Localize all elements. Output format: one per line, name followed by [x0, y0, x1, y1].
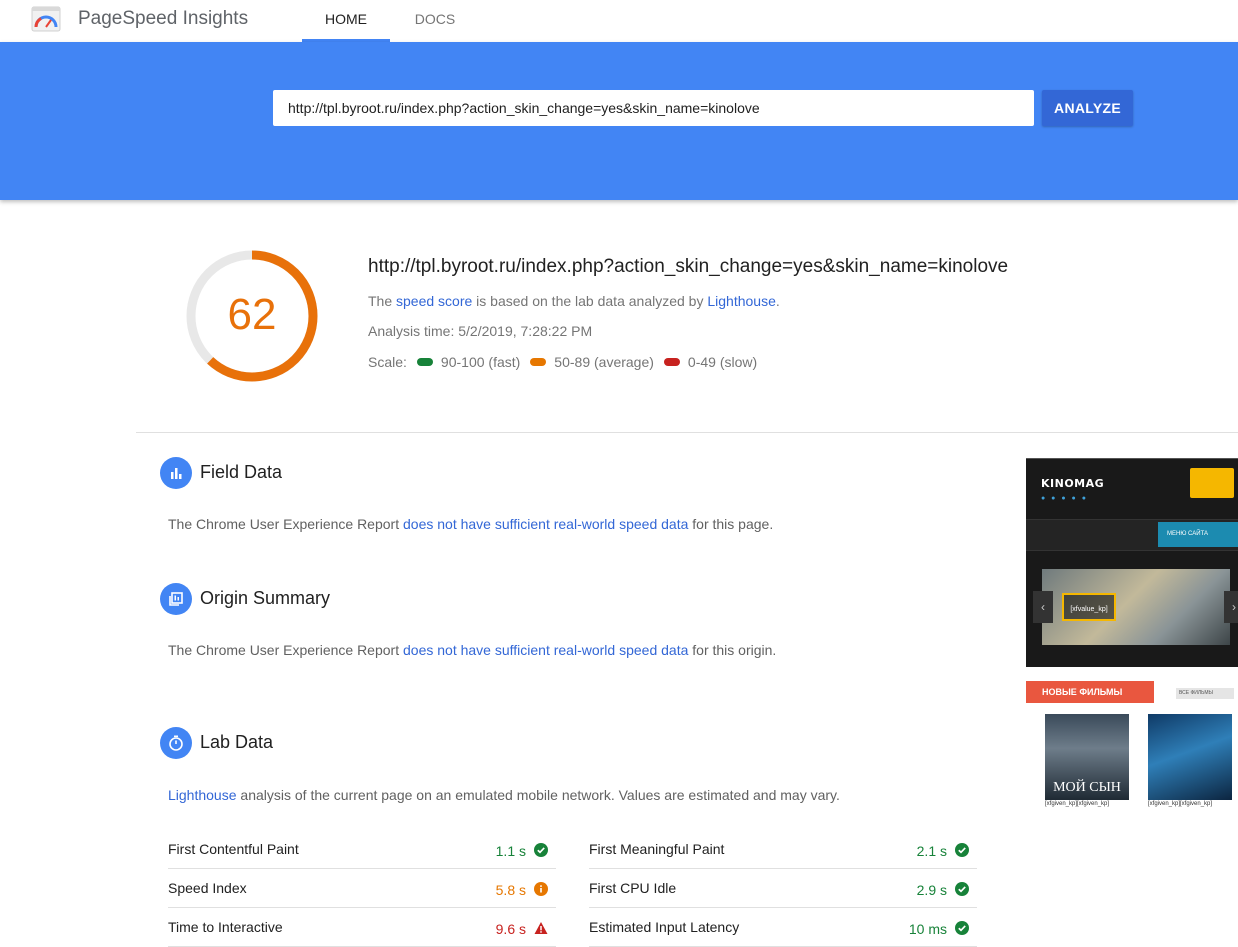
score-description-middle: is based on the lab data analyzed by	[472, 293, 708, 309]
new-films-label: НОВЫЕ ФИЛЬМЫ	[1026, 681, 1154, 703]
fail-warning-icon	[534, 922, 548, 934]
metric-value: 5.8 s	[495, 882, 526, 898]
average-info-icon	[534, 882, 548, 896]
origin-summary-title: Origin Summary	[200, 588, 331, 608]
url-entry-band: ANALYZE	[0, 42, 1238, 200]
pass-check-icon	[955, 882, 969, 896]
tab-home[interactable]: HOME	[302, 0, 390, 42]
poster-caption: [xfgiven_kp][xfgiven_kp]	[1148, 801, 1213, 807]
social-icons: ● ● ● ● ●	[1041, 495, 1088, 502]
scale-fast-pill	[416, 358, 433, 366]
section-divider	[136, 432, 1238, 433]
metric-name: First Meaningful Paint	[589, 841, 725, 857]
metric-time-to-interactive: Time to Interactive 9.6 s	[168, 908, 556, 947]
metric-speed-index: Speed Index 5.8 s	[168, 869, 556, 908]
origin-summary-link[interactable]: does not have sufficient real-world spee…	[403, 642, 688, 658]
slider-badge: [xfvalue_kp]	[1062, 593, 1116, 621]
performance-score: 62	[227, 290, 277, 339]
metric-name: Speed Index	[168, 880, 247, 896]
film-poster	[1148, 714, 1232, 800]
scale-slow-pill	[663, 358, 680, 366]
bar-chart-icon	[171, 468, 182, 479]
scale-label: Scale:	[368, 354, 407, 370]
speed-score-link[interactable]: speed score	[396, 293, 472, 309]
lab-data-title: Lab Data	[200, 732, 274, 752]
stopwatch-icon	[169, 735, 183, 751]
score-description-suffix: .	[775, 293, 780, 309]
slider-next-icon: ›	[1224, 591, 1238, 623]
field-data-title: Field Data	[200, 462, 283, 482]
lab-data-description: analysis of the current page on an emula…	[236, 787, 840, 803]
origin-summary-text-suffix: for this origin.	[688, 642, 777, 658]
pagespeed-logo-icon[interactable]	[31, 6, 61, 32]
site-logo: KINOMAG	[1041, 477, 1105, 490]
metric-name: Time to Interactive	[168, 919, 283, 935]
analysis-time: Analysis time: 5/2/2019, 7:28:22 PM	[368, 323, 593, 339]
app-title: PageSpeed Insights	[78, 8, 249, 29]
score-description: The speed score is based on the lab data…	[368, 293, 780, 309]
metric-name: First Contentful Paint	[168, 841, 299, 857]
page-screenshot-thumbnail: KINOMAG ● ● ● ● ● МЕНЮ САЙТА ‹ › [xfvalu…	[1026, 458, 1238, 816]
metric-value: 2.9 s	[916, 882, 947, 898]
lab-data-text: Lighthouse analysis of the current page …	[168, 787, 840, 803]
scale-average-label: 50-89 (average)	[554, 354, 654, 370]
pass-check-icon	[534, 843, 548, 857]
metric-value: 9.6 s	[495, 921, 526, 937]
field-data-icon	[160, 457, 192, 489]
score-description-prefix: The	[368, 293, 397, 309]
scale-slow-label: 0-49 (slow)	[687, 354, 758, 370]
url-input[interactable]	[273, 90, 1034, 126]
metric-first-contentful-paint: First Contentful Paint 1.1 s	[168, 830, 556, 869]
poster-caption: [xfgiven_kp][xfgiven_kp]	[1045, 801, 1110, 807]
metric-name: First CPU Idle	[589, 880, 677, 896]
pass-check-icon	[955, 921, 969, 935]
library-icon	[169, 592, 183, 606]
tab-docs[interactable]: DOCS	[390, 0, 480, 42]
metric-first-meaningful-paint: First Meaningful Paint 2.1 s	[589, 830, 977, 869]
analyze-button[interactable]: ANALYZE	[1042, 90, 1133, 126]
metric-value: 10 ms	[908, 921, 947, 937]
slider-prev-icon: ‹	[1033, 591, 1053, 623]
metric-name: Estimated Input Latency	[589, 919, 740, 935]
field-data-text: The Chrome User Experience Report does n…	[168, 516, 773, 532]
lighthouse-link[interactable]: Lighthouse	[707, 293, 776, 309]
site-menu-button: МЕНЮ САЙТА	[1158, 522, 1238, 547]
avatar	[1190, 468, 1234, 498]
origin-summary-text-prefix: The Chrome User Experience Report	[168, 642, 403, 658]
pass-check-icon	[955, 843, 969, 857]
field-data-text-prefix: The Chrome User Experience Report	[168, 516, 403, 532]
origin-summary-text: The Chrome User Experience Report does n…	[168, 642, 776, 658]
poster-title: МОЙ СЫН	[1053, 780, 1121, 795]
scale-average-pill	[530, 358, 547, 366]
metric-first-cpu-idle: First CPU Idle 2.9 s	[589, 869, 977, 908]
field-data-text-suffix: for this page.	[688, 516, 774, 532]
lab-data-icon	[160, 727, 192, 759]
tested-url: http://tpl.byroot.ru/index.php?action_sk…	[368, 256, 1009, 277]
metric-estimated-input-latency: Estimated Input Latency 10 ms	[589, 908, 977, 947]
field-data-link[interactable]: does not have sufficient real-world spee…	[403, 516, 688, 532]
scale-fast-label: 90-100 (fast)	[440, 354, 521, 370]
top-app-bar: PageSpeed Insights HOME DOCS	[0, 0, 1238, 42]
lab-lighthouse-link[interactable]: Lighthouse	[168, 787, 237, 803]
metric-value: 1.1 s	[495, 843, 526, 859]
origin-summary-icon	[160, 583, 192, 615]
score-scale: Scale: 90-100 (fast) 50-89 (average) 0-4…	[368, 354, 757, 370]
metric-value: 2.1 s	[916, 843, 947, 859]
all-films-label: ВСЕ ФИЛЬМЫ	[1176, 688, 1234, 699]
